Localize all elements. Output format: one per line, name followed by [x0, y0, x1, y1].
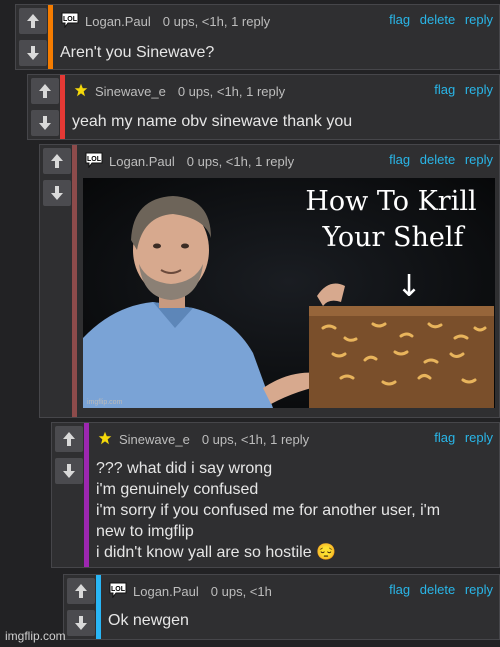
meme-watermark: imgflip.com: [87, 399, 123, 406]
comment-depth-bar: [48, 5, 53, 69]
upvote-button[interactable]: [55, 426, 83, 452]
reply-link[interactable]: reply: [465, 582, 493, 597]
arrow-up-icon: [75, 584, 87, 598]
comment-text: Aren't you Sinewave?: [60, 44, 215, 61]
delete-link[interactable]: delete: [420, 152, 455, 167]
comment-meta: 0 ups, <1h, 1 reply: [177, 84, 286, 99]
comment-line: ??? what did i say wrong: [96, 460, 273, 477]
delete-link[interactable]: delete: [420, 12, 455, 27]
meme-caption-line1: How To Krill: [305, 186, 476, 217]
comment-depth-bar: [60, 75, 65, 139]
comment-actions: flag reply: [428, 430, 493, 445]
comment-actions: flag delete reply: [383, 582, 493, 597]
imgflip-watermark: imgflip.com: [5, 629, 66, 643]
comment-text: Ok newgen: [108, 612, 189, 629]
comment-line: i'm genuinely confused: [96, 481, 259, 498]
upvote-button[interactable]: [67, 578, 95, 604]
comment-text: yeah my name obv sinewave thank you: [72, 113, 353, 130]
lol-badge-icon: LOL: [61, 12, 79, 31]
upvote-button[interactable]: [43, 148, 71, 174]
comment: LOL Logan.Paul 0 ups, <1h, 1 reply flag …: [15, 4, 500, 70]
comment: LOL Logan.Paul 0 ups, <1h flag delete re…: [63, 574, 500, 640]
meme-arrow: ↓: [396, 269, 421, 304]
vote-column: [40, 145, 72, 417]
vote-column: [52, 423, 84, 567]
arrow-down-icon: [51, 186, 63, 200]
comment-actions: flag delete reply: [383, 152, 493, 167]
flag-link[interactable]: flag: [434, 82, 455, 97]
delete-link[interactable]: delete: [420, 582, 455, 597]
upvote-button[interactable]: [19, 8, 47, 34]
downvote-button[interactable]: [43, 180, 71, 206]
arrow-down-icon: [63, 464, 75, 478]
meme-caption-line2: Your Shelf: [321, 222, 465, 253]
comment-line: new to imgflip: [96, 523, 194, 540]
upvote-button[interactable]: [31, 78, 59, 104]
comment-author[interactable]: Sinewave_e: [95, 84, 166, 99]
comment-text: ??? what did i say wrong i'm genuinely c…: [96, 458, 440, 563]
comment-author[interactable]: Logan.Paul: [85, 14, 151, 29]
meme-illustration: How To Krill Your Shelf ↓ imgflip.com: [83, 178, 495, 408]
reply-link[interactable]: reply: [465, 152, 493, 167]
comment: Sinewave_e 0 ups, <1h, 1 reply flag repl…: [51, 422, 500, 568]
comment-depth-bar: [72, 145, 77, 417]
vote-column: [28, 75, 60, 139]
comment-header: Sinewave_e 0 ups, <1h, 1 reply: [73, 82, 285, 101]
comment-header: LOL Logan.Paul 0 ups, <1h, 1 reply: [85, 152, 294, 171]
reply-link[interactable]: reply: [465, 82, 493, 97]
svg-text:LOL: LOL: [63, 16, 78, 23]
reply-link[interactable]: reply: [465, 12, 493, 27]
arrow-up-icon: [63, 432, 75, 446]
comment: LOL Logan.Paul 0 ups, <1h, 1 reply flag …: [39, 144, 500, 418]
comment-author[interactable]: Sinewave_e: [119, 432, 190, 447]
star-icon: [73, 82, 89, 101]
comment-header: LOL Logan.Paul 0 ups, <1h, 1 reply: [61, 12, 270, 31]
comment-actions: flag reply: [428, 82, 493, 97]
comment-header: Sinewave_e 0 ups, <1h, 1 reply: [97, 430, 309, 449]
comment-meta: 0 ups, <1h: [210, 584, 272, 599]
arrow-down-icon: [39, 116, 51, 130]
flag-link[interactable]: flag: [389, 152, 410, 167]
svg-text:LOL: LOL: [87, 156, 102, 163]
star-icon: [97, 430, 113, 449]
arrow-up-icon: [39, 84, 51, 98]
flag-link[interactable]: flag: [389, 582, 410, 597]
lol-badge-icon: LOL: [109, 582, 127, 601]
comment: Sinewave_e 0 ups, <1h, 1 reply flag repl…: [27, 74, 500, 140]
downvote-button[interactable]: [67, 610, 95, 636]
comment-line: i didn't know yall are so hostile 😔: [96, 544, 336, 561]
comment-depth-bar: [84, 423, 89, 567]
downvote-button[interactable]: [55, 458, 83, 484]
comment-meta: 0 ups, <1h, 1 reply: [186, 154, 295, 169]
lol-badge-icon: LOL: [85, 152, 103, 171]
comment-header: LOL Logan.Paul 0 ups, <1h: [109, 582, 272, 601]
arrow-up-icon: [27, 14, 39, 28]
comment-author[interactable]: Logan.Paul: [133, 584, 199, 599]
meme-image[interactable]: How To Krill Your Shelf ↓ imgflip.com: [83, 178, 495, 408]
arrow-down-icon: [27, 46, 39, 60]
arrow-up-icon: [51, 154, 63, 168]
downvote-button[interactable]: [31, 110, 59, 136]
flag-link[interactable]: flag: [434, 430, 455, 445]
reply-link[interactable]: reply: [465, 430, 493, 445]
comment-line: i'm sorry if you confused me for another…: [96, 502, 441, 519]
downvote-button[interactable]: [19, 40, 47, 66]
arrow-down-icon: [75, 616, 87, 630]
flag-link[interactable]: flag: [389, 12, 410, 27]
svg-text:LOL: LOL: [111, 586, 126, 593]
comment-depth-bar: [96, 575, 101, 639]
comment-author[interactable]: Logan.Paul: [109, 154, 175, 169]
vote-column: [16, 5, 48, 69]
comment-meta: 0 ups, <1h, 1 reply: [201, 432, 310, 447]
vote-column: [64, 575, 96, 639]
comment-actions: flag delete reply: [383, 12, 493, 27]
comment-meta: 0 ups, <1h, 1 reply: [162, 14, 271, 29]
